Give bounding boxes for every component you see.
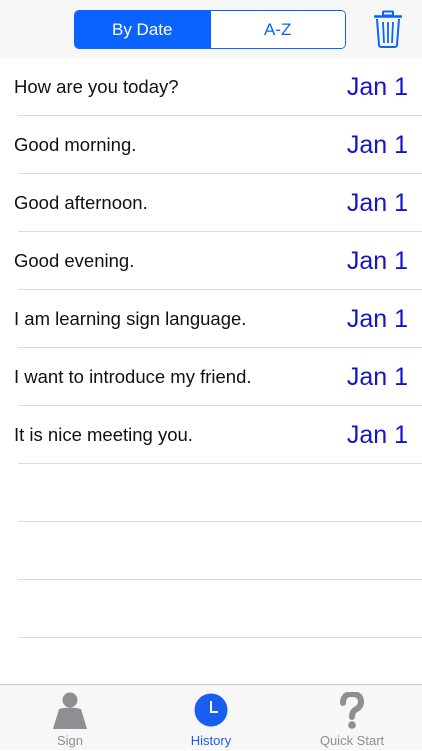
history-phrase: How are you today? (14, 76, 179, 97)
history-date: Jan 1 (346, 247, 408, 275)
history-date: Jan 1 (346, 421, 408, 449)
history-date: Jan 1 (346, 73, 408, 101)
empty-row (18, 580, 422, 638)
history-row[interactable]: Good morning. Jan 1 (14, 116, 422, 174)
top-bar: By Date A-Z (0, 0, 422, 58)
empty-row (18, 464, 422, 522)
sort-a-z-segment[interactable]: A-Z (209, 11, 345, 48)
empty-row (18, 522, 422, 580)
tab-history[interactable]: History (141, 685, 281, 751)
tab-quick-start[interactable]: Quick Start (282, 685, 422, 751)
history-row[interactable]: I want to introduce my friend. Jan 1 (14, 348, 422, 406)
history-phrase: Good evening. (14, 250, 135, 271)
person-icon (52, 692, 88, 735)
history-phrase: It is nice meeting you. (14, 424, 193, 445)
tab-label: History (190, 733, 232, 748)
history-date: Jan 1 (346, 131, 408, 159)
sort-by-date-segment[interactable]: By Date (75, 11, 210, 48)
history-phrase: I want to introduce my friend. (14, 366, 252, 387)
tab-sign[interactable]: Sign (0, 685, 140, 751)
history-list: How are you today? Jan 1 Good morning. J… (0, 58, 422, 638)
history-row[interactable]: It is nice meeting you. Jan 1 (14, 406, 422, 464)
history-date: Jan 1 (346, 363, 408, 391)
history-row[interactable]: I am learning sign language. Jan 1 (14, 290, 422, 348)
question-icon (339, 690, 365, 735)
tab-label: Sign (56, 733, 84, 748)
tab-bar: Sign History Quick Start (0, 684, 422, 750)
history-phrase: Good morning. (14, 134, 137, 155)
trash-icon[interactable] (372, 10, 404, 48)
history-row[interactable]: How are you today? Jan 1 (14, 58, 422, 116)
tab-label: Quick Start (319, 733, 385, 748)
sort-segmented-control[interactable]: By Date A-Z (74, 10, 346, 49)
clock-icon (193, 692, 229, 733)
history-phrase: I am learning sign language. (14, 308, 247, 329)
history-row[interactable]: Good evening. Jan 1 (14, 232, 422, 290)
history-row[interactable]: Good afternoon. Jan 1 (14, 174, 422, 232)
history-date: Jan 1 (346, 189, 408, 217)
history-phrase: Good afternoon. (14, 192, 148, 213)
history-date: Jan 1 (346, 305, 408, 333)
